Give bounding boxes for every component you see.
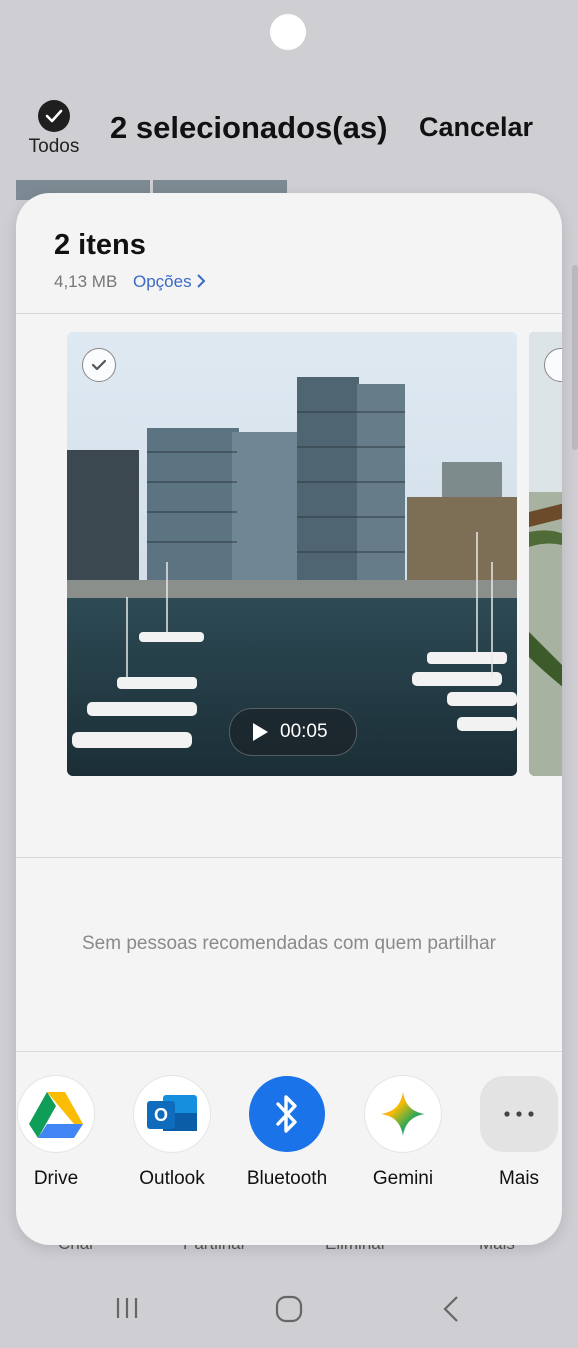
file-size: 4,13 MB <box>54 272 118 291</box>
second-item-preview[interactable] <box>529 332 562 776</box>
select-all-button[interactable]: Todos <box>24 100 84 158</box>
share-sheet: 2 itens 4,13 MB Opções 00:05 Sem pessoas… <box>16 193 562 1245</box>
system-navigation-bar <box>0 1280 578 1340</box>
google-drive-icon <box>18 1076 94 1152</box>
header-divider <box>16 313 562 314</box>
recent-apps-icon[interactable] <box>113 1294 141 1327</box>
share-app-gemini[interactable]: Gemini <box>353 1076 453 1190</box>
share-app-more[interactable]: Mais <box>469 1076 562 1190</box>
selection-toolbar: Todos 2 selecionados(as) Cancelar <box>0 90 578 170</box>
svg-text:O: O <box>154 1105 168 1125</box>
app-label: Bluetooth <box>246 1168 328 1189</box>
front-camera <box>270 14 306 50</box>
preview-divider <box>16 857 562 858</box>
app-label: Gemini <box>372 1168 434 1189</box>
options-link[interactable]: Opções <box>133 272 206 292</box>
share-apps-row: Drive O Outlook Bluetooth Gemini Mais <box>16 1076 562 1216</box>
video-play-button[interactable]: 00:05 <box>229 708 357 756</box>
home-icon[interactable] <box>274 1294 304 1329</box>
app-label: Outlook <box>139 1168 205 1189</box>
sheet-title: 2 itens <box>54 229 146 261</box>
screen: Todos 2 selecionados(as) Cancelar Criar … <box>0 0 578 1348</box>
share-app-bluetooth[interactable]: Bluetooth <box>237 1076 337 1190</box>
outlook-icon: O <box>134 1076 210 1152</box>
share-app-outlook[interactable]: O Outlook <box>122 1076 222 1190</box>
play-icon <box>253 723 268 741</box>
check-icon <box>91 359 107 371</box>
more-icon <box>480 1076 558 1152</box>
checkmark-icon <box>38 100 70 132</box>
selection-count-title: 2 selecionados(as) <box>110 110 388 145</box>
scrollbar[interactable] <box>572 265 578 450</box>
no-recommended-people-text: Sem pessoas recomendadas com quem partil… <box>82 933 496 954</box>
video-preview[interactable]: 00:05 <box>67 332 517 776</box>
select-all-label: Todos <box>28 136 80 157</box>
gemini-icon <box>365 1076 441 1152</box>
second-photo <box>529 332 562 776</box>
bluetooth-icon <box>249 1076 325 1152</box>
chevron-right-icon <box>197 274 206 288</box>
options-label: Opções <box>133 272 192 291</box>
app-label: Drive <box>33 1168 79 1189</box>
back-icon[interactable] <box>440 1294 462 1329</box>
select-checkbox[interactable] <box>82 348 116 382</box>
app-label: Mais <box>498 1168 540 1189</box>
video-duration: 00:05 <box>280 721 328 742</box>
cancel-button[interactable]: Cancelar <box>419 112 533 143</box>
apps-divider <box>16 1051 562 1052</box>
share-app-drive[interactable]: Drive <box>16 1076 106 1190</box>
